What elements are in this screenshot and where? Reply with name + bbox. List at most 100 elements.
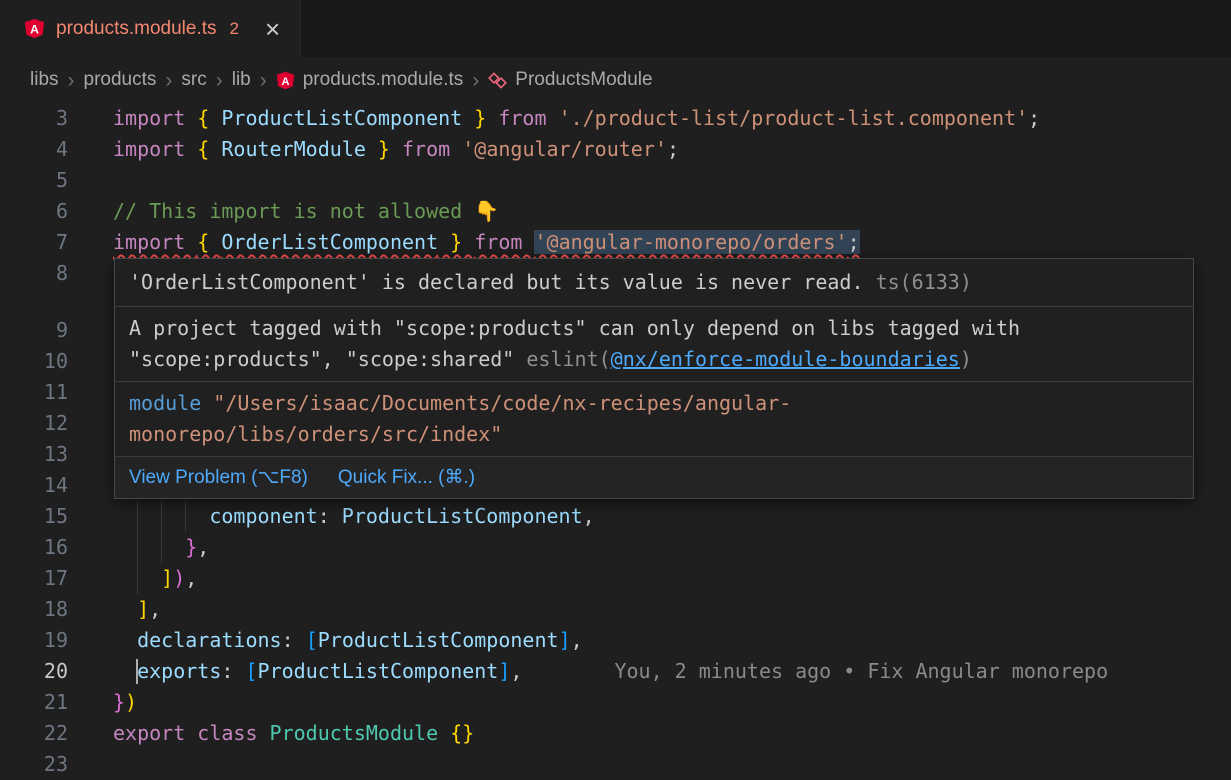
code-token: from [498, 106, 558, 130]
line-number[interactable]: 13 [0, 439, 68, 470]
code-line-22[interactable]: export class ProductsModule {} [113, 718, 474, 749]
code-token [438, 721, 450, 745]
code-token [113, 597, 137, 621]
indent-guide [161, 501, 162, 563]
code-token: ; [848, 230, 860, 254]
code-token: { [197, 230, 221, 254]
code-token: ProductsModule [270, 721, 439, 745]
code-token: // This import is not allowed [113, 199, 474, 223]
line-number[interactable]: 19 [0, 625, 68, 656]
module-info-line2: monorepo/libs/orders/src/index" [129, 419, 1179, 450]
line-number[interactable]: 6 [0, 196, 68, 227]
code-token: : [318, 504, 342, 528]
line-number[interactable]: 22 [0, 718, 68, 749]
code-token: import [113, 230, 197, 254]
code-token: , [571, 628, 583, 652]
line-number[interactable]: 4 [0, 134, 68, 165]
git-blame-annotation: You, 2 minutes ago • Fix Angular monorep… [614, 659, 1108, 683]
line-number[interactable]: 8 [0, 258, 68, 289]
code-token: RouterModule [221, 137, 366, 161]
code-token: { [197, 137, 221, 161]
module-path: monorepo/libs/orders/src/index" [129, 422, 502, 446]
code-token: '@angular/router' [462, 137, 667, 161]
code-token: { [197, 106, 221, 130]
code-editor: 345678 91011121314151617181920212223 impo… [0, 0, 1231, 780]
module-info-row: module "/Users/isaac/Documents/code/nx-r… [115, 382, 1193, 457]
code-line-4[interactable]: import { RouterModule } from '@angular/r… [113, 134, 679, 165]
code-token: ; [667, 137, 679, 161]
line-number[interactable]: 7 [0, 227, 68, 258]
eslint-rule-link[interactable]: @nx/enforce-module-boundaries [611, 347, 960, 371]
line-number[interactable]: 21 [0, 687, 68, 718]
code-token: ; [1028, 106, 1040, 130]
code-token: } [366, 137, 402, 161]
code-line-7[interactable]: import { OrderListComponent } from '@ang… [113, 227, 860, 258]
eslint-message-text: "scope:products", "scope:shared" [129, 347, 526, 371]
line-number[interactable]: 9 [0, 315, 68, 346]
code-line-17[interactable]: ]), [113, 563, 197, 594]
hover-actions: View Problem (⌥F8) Quick Fix... (⌘.) [115, 457, 1193, 498]
code-line-18[interactable]: ], [113, 594, 161, 625]
line-number[interactable]: 17 [0, 563, 68, 594]
module-info-line1: module "/Users/isaac/Documents/code/nx-r… [129, 388, 1179, 419]
code-token: : [221, 659, 245, 683]
line-number[interactable]: 3 [0, 103, 68, 134]
code-token: exports [137, 659, 221, 683]
code-token: [ [306, 628, 318, 652]
eslint-message-line1: A project tagged with "scope:products" c… [129, 313, 1179, 344]
code-token: } [462, 106, 498, 130]
code-token: , [510, 659, 522, 683]
code-token [113, 628, 137, 652]
code-token: , [149, 597, 161, 621]
code-token: declarations [137, 628, 282, 652]
code-token: ] [498, 659, 510, 683]
eslint-source-close: ) [960, 347, 972, 371]
line-number[interactable]: 14 [0, 470, 68, 501]
code-token: {} [450, 721, 474, 745]
eslint-source: eslint( [526, 347, 610, 371]
code-token: import [113, 137, 197, 161]
code-token: ] [161, 566, 173, 590]
code-token: } [438, 230, 474, 254]
module-path: "/Users/isaac/Documents/code/nx-recipes/… [201, 391, 791, 415]
code-token: ProductListComponent [318, 628, 559, 652]
code-token: ) [125, 690, 137, 714]
code-token: component [209, 504, 317, 528]
code-line-3[interactable]: import { ProductListComponent } from './… [113, 103, 1040, 134]
code-token: , [197, 535, 209, 559]
code-token [113, 535, 185, 559]
line-number[interactable]: 10 [0, 346, 68, 377]
view-problem-link[interactable]: View Problem (⌥F8) [129, 462, 308, 493]
code-line-20[interactable]: exports: [ProductListComponent],You, 2 m… [113, 656, 1108, 687]
line-number[interactable]: 16 [0, 532, 68, 563]
error-hover-popup: 'OrderListComponent' is declared but its… [114, 258, 1194, 499]
code-token: import [113, 106, 197, 130]
line-number[interactable]: 12 [0, 408, 68, 439]
line-number[interactable]: 11 [0, 377, 68, 408]
code-token [113, 659, 137, 683]
code-token: '@angular-monorepo/orders' [534, 230, 847, 254]
code-token: from [402, 137, 462, 161]
indent-guide [185, 501, 186, 532]
eslint-message-line2: "scope:products", "scope:shared" eslint(… [129, 344, 1179, 375]
code-token: from [474, 230, 534, 254]
code-token: , [583, 504, 595, 528]
line-number[interactable]: 5 [0, 165, 68, 196]
code-token: } [113, 690, 125, 714]
module-keyword: module [129, 391, 201, 415]
text-cursor [136, 659, 138, 684]
code-line-19[interactable]: declarations: [ProductListComponent], [113, 625, 583, 656]
line-number[interactable]: 23 [0, 749, 68, 780]
code-token: [ [245, 659, 257, 683]
line-number[interactable]: 15 [0, 501, 68, 532]
code-token: ProductListComponent [221, 106, 462, 130]
code-token: './product-list/product-list.component' [559, 106, 1029, 130]
code-token: ) [173, 566, 185, 590]
code-token: , [185, 566, 197, 590]
line-number[interactable]: 20 [0, 656, 68, 687]
quick-fix-link[interactable]: Quick Fix... (⌘.) [338, 462, 475, 493]
code-line-6[interactable]: // This import is not allowed 👇 [113, 196, 499, 227]
code-line-21[interactable]: }) [113, 687, 137, 718]
code-token: OrderListComponent [221, 230, 438, 254]
line-number[interactable]: 18 [0, 594, 68, 625]
